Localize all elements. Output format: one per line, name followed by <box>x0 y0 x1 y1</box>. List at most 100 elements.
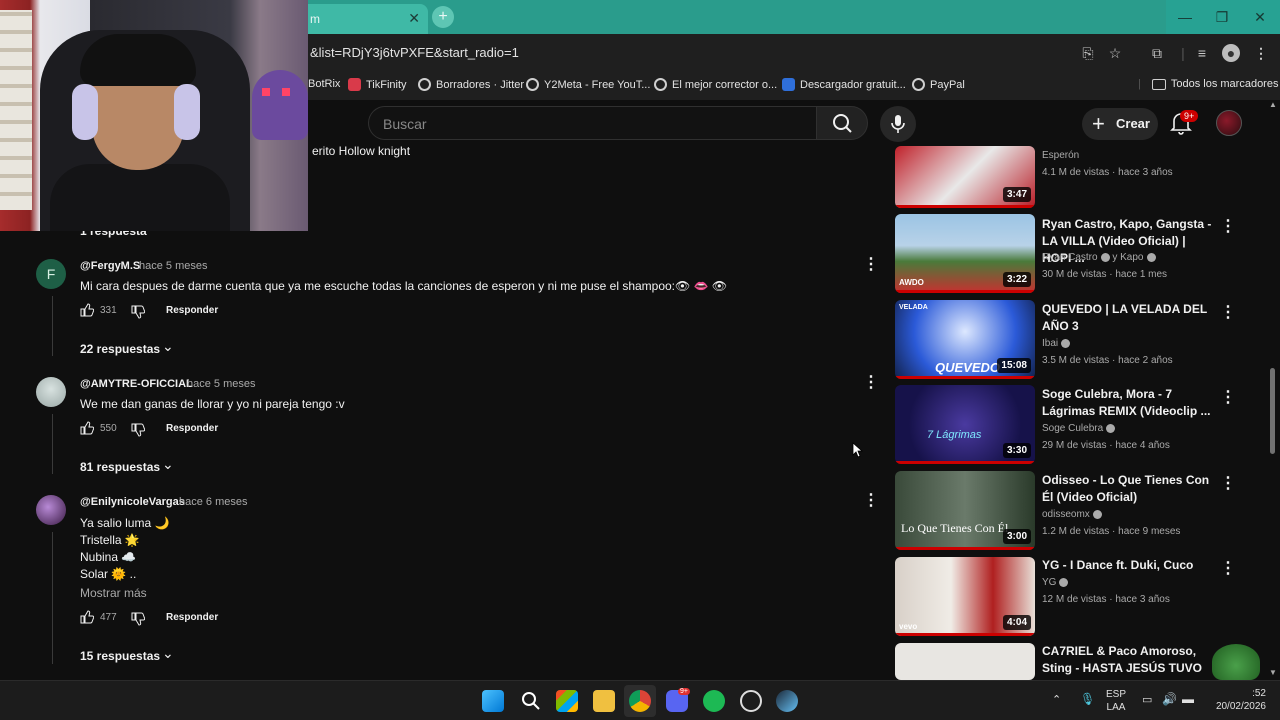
bookmark-botrix[interactable]: BotRix <box>308 78 340 90</box>
thread-line <box>52 414 53 474</box>
avatar[interactable] <box>36 495 66 525</box>
search-icon[interactable] <box>520 690 542 712</box>
webcam-overlay <box>0 0 308 231</box>
comment-menu-icon[interactable]: ⋮ <box>863 493 879 509</box>
reply-button[interactable]: Responder <box>166 423 218 434</box>
chevron-down-icon[interactable]: ⌄ <box>162 645 174 662</box>
video-menu-icon[interactable]: ⋮ <box>1220 558 1236 578</box>
replies-toggle[interactable]: 15 respuestas <box>80 649 160 663</box>
like-icon[interactable] <box>80 421 94 435</box>
account-avatar[interactable] <box>1216 110 1242 136</box>
bookmark-jitter[interactable]: Borradores · Jitter <box>418 78 524 91</box>
media-controls-icon[interactable]: ≡ <box>1193 44 1211 62</box>
spotify-icon[interactable] <box>703 690 725 712</box>
video-menu-icon[interactable]: ⋮ <box>1220 302 1236 322</box>
bookmark-descargador[interactable]: Descargador gratuit... <box>782 78 906 91</box>
profile-icon[interactable]: ● <box>1222 44 1240 62</box>
video-title[interactable]: Odisseo - Lo Que Tienes Con Él (Video Of… <box>1042 472 1214 506</box>
video-menu-icon[interactable]: ⋮ <box>1220 387 1236 407</box>
address-bar-url[interactable]: &list=RDjY3j6tvPXFE&start_radio=1 <box>310 45 519 60</box>
chrome-icon[interactable] <box>629 690 651 712</box>
install-app-icon[interactable]: ⎘ <box>1079 44 1097 62</box>
video-thumbnail[interactable]: 3:47 <box>895 146 1035 208</box>
headphone-left <box>72 84 98 140</box>
comment-date[interactable]: hace 5 meses <box>187 378 255 390</box>
chevron-down-icon[interactable]: ⌄ <box>162 456 174 473</box>
dislike-icon[interactable] <box>131 423 145 437</box>
comment-menu-icon[interactable]: ⋮ <box>863 257 879 273</box>
bookmark-star-icon[interactable]: ☆ <box>1106 44 1124 62</box>
video-thumbnail[interactable]: vevo 4:04 <box>895 557 1035 636</box>
video-channel[interactable]: Soge Culebra <box>1042 423 1116 434</box>
video-menu-icon[interactable]: ⋮ <box>1220 473 1236 493</box>
reply-button[interactable]: Responder <box>166 305 218 316</box>
video-thumbnail[interactable]: Lo Que Tienes Con Él 3:00 <box>895 471 1035 550</box>
video-thumbnail[interactable]: AWDO 3:22 <box>895 214 1035 293</box>
tab-close-icon[interactable]: ✕ <box>408 10 420 27</box>
comment-date[interactable]: hace 6 meses <box>179 496 247 508</box>
video-channel[interactable]: odisseomx <box>1042 509 1102 520</box>
file-explorer-icon[interactable] <box>593 690 615 712</box>
scrollbar-thumb[interactable] <box>1270 368 1275 454</box>
comment-author[interactable]: @AMYTRE-OFICCIAL <box>80 378 193 390</box>
dislike-icon[interactable] <box>131 305 145 319</box>
microsoft-store-icon[interactable] <box>556 690 578 712</box>
video-menu-icon[interactable]: ⋮ <box>1220 216 1236 236</box>
bookmark-paypal[interactable]: PayPal <box>912 78 965 91</box>
all-bookmarks-folder[interactable]: | Todos los marcadores <box>1138 78 1278 90</box>
chevron-down-icon[interactable]: ⌄ <box>162 338 174 355</box>
show-more-link[interactable]: Mostrar más <box>80 586 147 600</box>
video-thumbnail[interactable]: 7 Lágrimas 3:30 <box>895 385 1035 464</box>
windows-start-icon[interactable] <box>482 690 504 712</box>
bookmark-tikfinity[interactable]: TikFinity <box>348 78 407 91</box>
display-icon[interactable]: ▭ <box>1142 693 1152 706</box>
comment-text: Mi cara despues de darme cuenta que ya m… <box>80 279 728 293</box>
chrome-menu-icon[interactable]: ⋮ <box>1252 44 1270 62</box>
window-close-icon[interactable]: ✕ <box>1241 0 1279 34</box>
video-title[interactable]: QUEVEDO | LA VELADA DEL AÑO 3 <box>1042 301 1214 335</box>
discord-badge: 9+ <box>678 688 690 695</box>
voice-search-button[interactable] <box>880 106 916 142</box>
scroll-up-icon[interactable]: ▲ <box>1269 100 1277 109</box>
obs-icon[interactable] <box>740 690 762 712</box>
avatar[interactable]: F <box>36 259 66 289</box>
tray-chevron-icon[interactable]: ⌃ <box>1052 693 1061 706</box>
dislike-icon[interactable] <box>131 612 145 626</box>
video-thumbnail[interactable]: VELADA QUEVEDO 15:08 <box>895 300 1035 379</box>
replies-toggle[interactable]: 22 respuestas <box>80 342 160 356</box>
video-channel[interactable]: Ryan Castro y Kapo <box>1042 252 1156 263</box>
search-button[interactable] <box>816 106 868 140</box>
bookmark-corrector[interactable]: El mejor corrector o... <box>654 78 777 91</box>
create-button[interactable]: + Crear <box>1082 108 1158 140</box>
video-channel[interactable]: YG <box>1042 577 1069 588</box>
new-tab-button[interactable]: + <box>432 6 454 28</box>
like-icon[interactable] <box>80 610 94 624</box>
like-icon[interactable] <box>80 303 94 317</box>
restore-icon[interactable]: ❐ <box>1203 0 1241 34</box>
comment-author[interactable]: @EnilynicoleVargas <box>80 496 185 508</box>
comment-menu-icon[interactable]: ⋮ <box>863 375 879 391</box>
battery-icon[interactable]: ▬ <box>1182 692 1194 706</box>
browser-tab[interactable]: m ✕ <box>300 4 428 34</box>
system-clock[interactable]: :52 20/02/2026 <box>1216 687 1266 713</box>
extensions-icon[interactable]: ⧉ <box>1148 44 1166 62</box>
video-title[interactable]: YG - I Dance ft. Duki, Cuco <box>1042 557 1214 574</box>
replies-toggle[interactable]: 81 respuestas <box>80 460 160 474</box>
minimize-icon[interactable]: — <box>1166 0 1204 34</box>
scroll-down-icon[interactable]: ▼ <box>1269 668 1277 677</box>
video-title[interactable]: Soge Culebra, Mora - 7 Lágrimas REMIX (V… <box>1042 386 1214 420</box>
search-input[interactable]: Buscar <box>368 106 816 140</box>
video-channel[interactable]: Ibai <box>1042 338 1071 349</box>
reply-button[interactable]: Responder <box>166 612 218 623</box>
video-channel[interactable]: Esperón <box>1042 150 1079 161</box>
volume-icon[interactable]: 🔊 <box>1162 692 1177 706</box>
comment-line: Ya salio luma 🌙 <box>80 516 170 530</box>
mic-tray-icon[interactable]: 🎙 <box>1080 692 1095 706</box>
steam-icon[interactable] <box>776 690 798 712</box>
comment-author[interactable]: @FergyM.S <box>80 260 140 272</box>
avatar[interactable] <box>36 377 66 407</box>
language-indicator[interactable]: ESP LAA <box>1106 688 1126 714</box>
video-thumbnail[interactable] <box>895 643 1035 680</box>
bookmark-y2meta[interactable]: Y2Meta - Free YouT... <box>526 78 650 91</box>
comment-date[interactable]: hace 5 meses <box>139 260 207 272</box>
